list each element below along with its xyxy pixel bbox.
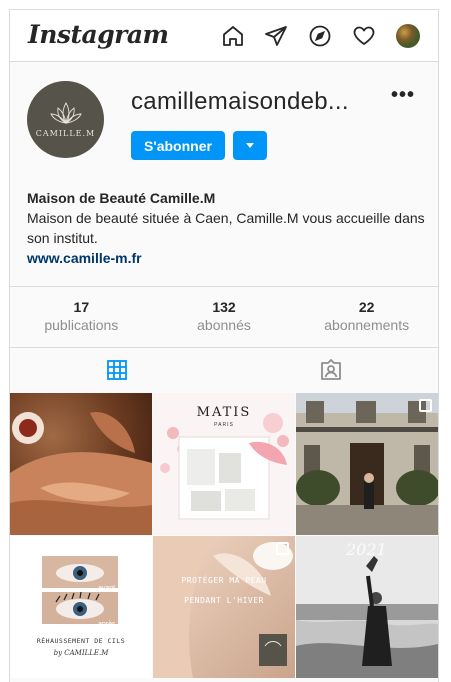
profile-stats: 17 publications 132 abonnés 22 abonnemen… [10, 286, 438, 347]
instagram-logo[interactable]: Instagram [28, 20, 169, 49]
tagged-icon [321, 358, 341, 380]
direct-icon[interactable] [263, 23, 289, 49]
follow-button[interactable]: S'abonner [131, 131, 225, 160]
post-tile-skincare[interactable]: PROTÉGER MA PEAU PENDANT L'HIVER [153, 536, 295, 678]
post-tile-beach[interactable]: 2021 [296, 536, 438, 678]
profile-full-name: Maison de Beauté Camille.M [27, 190, 216, 206]
after-label: après [98, 621, 116, 628]
explore-icon[interactable] [307, 23, 333, 49]
instagram-profile-window: Instagram CAMILLE.M camillemaisondeb... … [9, 9, 439, 682]
building-photo [296, 393, 438, 535]
year-overlay-text: 2021 [346, 540, 387, 559]
profile-bio: Maison de Beauté Camille.M Maison de bea… [27, 188, 427, 268]
heart-icon[interactable] [351, 23, 377, 49]
stat-following[interactable]: 22 abonnements [295, 287, 438, 347]
profile-avatar-icon[interactable] [396, 24, 420, 48]
profile-tabs [10, 347, 438, 391]
stat-label: abonnés [197, 317, 251, 333]
massage-photo [10, 393, 152, 535]
profile-username: camillemaisondeb... [131, 88, 349, 115]
skincare-caption-line1: PROTÉGER MA PEAU [181, 576, 267, 585]
suggestions-dropdown-button[interactable] [233, 131, 267, 160]
tab-posts[interactable] [10, 348, 224, 391]
lash-caption-line2: by CAMILLE.M [53, 649, 109, 657]
before-label: avant [98, 585, 116, 592]
stat-count: 22 [358, 299, 375, 315]
stat-count: 132 [212, 299, 236, 315]
home-icon[interactable] [220, 23, 246, 49]
stat-followers[interactable]: 132 abonnés [153, 287, 296, 347]
skincare-caption-line2: PENDANT L'HIVER [184, 596, 264, 605]
stat-count: 17 [73, 299, 90, 315]
tab-tagged[interactable] [224, 348, 438, 391]
avatar-brand-text: CAMILLE.M [35, 129, 96, 138]
stat-label: abonnements [324, 317, 410, 333]
multi-photo-icon [419, 399, 432, 412]
profile-picture[interactable]: CAMILLE.M [27, 81, 104, 158]
post-tile-matis[interactable]: MATIS PARIS [153, 393, 295, 535]
grid-icon [107, 359, 127, 380]
stat-publications: 17 publications [10, 287, 153, 347]
matis-brand-text: MATIS [196, 405, 252, 420]
more-options-button[interactable]: ••• [391, 84, 415, 107]
profile-website-link[interactable]: www.camille-m.fr [27, 248, 427, 268]
profile-description: Maison de beauté située à Caen, Camille.… [27, 210, 425, 246]
chevron-down-icon [246, 143, 254, 148]
post-tile-lash-lift[interactable]: avant après RÉHAUSSEMENT DE CILS by CAMI… [10, 536, 152, 678]
top-navigation-bar: Instagram [10, 10, 438, 62]
post-tile-building[interactable] [296, 393, 438, 535]
lotus-logo-icon [49, 102, 82, 124]
lash-caption-line1: RÉHAUSSEMENT DE CILS [36, 637, 126, 645]
matis-sub-text: PARIS [214, 422, 234, 428]
skincare-photo [153, 536, 295, 678]
stat-label: publications [44, 317, 119, 333]
multi-photo-icon [276, 542, 289, 555]
post-tile-massage[interactable] [10, 393, 152, 535]
